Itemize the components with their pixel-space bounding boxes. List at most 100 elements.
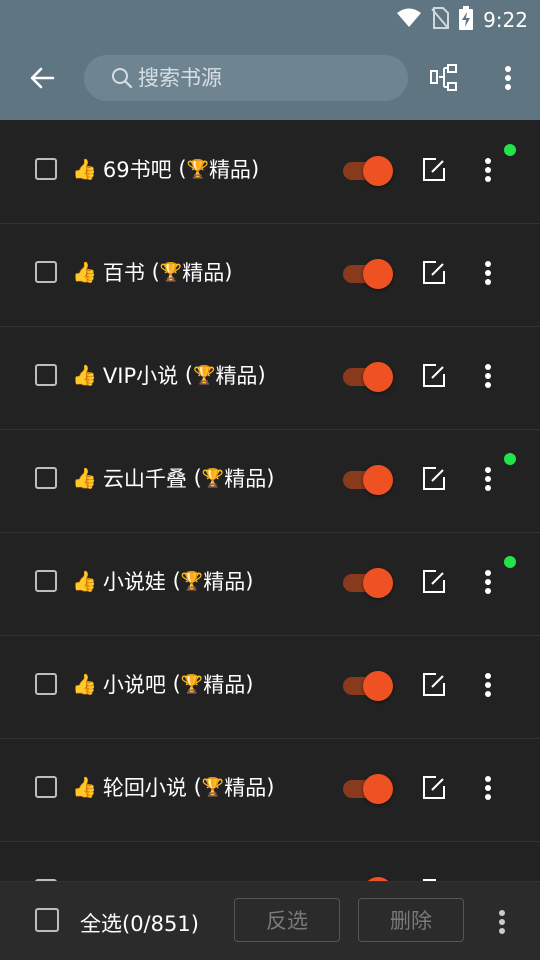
bottom-more-button[interactable]: [490, 904, 514, 940]
arrow-left-icon: [30, 67, 55, 89]
edit-button[interactable]: [420, 568, 448, 596]
trophy-icon: 🏆: [201, 467, 225, 489]
source-badge: 精品: [203, 570, 246, 594]
update-dot: [504, 556, 516, 568]
source-list: 👍 69书吧 (🏆 精品) 👍 百书 (🏆 精品) 👍 VIP小说 (🏆 精品…: [0, 120, 540, 882]
search-box[interactable]: [84, 55, 408, 101]
source-label: 👍 云山千叠 (🏆 精品): [72, 463, 274, 493]
row-checkbox[interactable]: [35, 570, 57, 592]
source-name: 小说娃: [102, 570, 166, 594]
thumbs-up-icon: 👍: [72, 569, 97, 593]
thumbs-up-icon: 👍: [72, 260, 97, 284]
search-input[interactable]: [134, 57, 408, 99]
source-badge: 精品: [182, 261, 225, 285]
edit-button[interactable]: [420, 465, 448, 493]
trophy-icon: 🏆: [193, 364, 216, 386]
enable-switch[interactable]: [343, 465, 395, 495]
trophy-icon: 🏆: [180, 673, 204, 695]
enable-switch[interactable]: [343, 568, 395, 598]
enable-switch[interactable]: [343, 259, 395, 289]
thumbs-up-icon: 👍: [72, 157, 97, 181]
more-vert-icon: [485, 364, 491, 388]
bottom-action-bar: 全选(0/851) 反选 删除: [0, 882, 540, 960]
list-item[interactable]: 👍 VIP小说 (🏆 精品): [0, 326, 540, 430]
edit-icon: [423, 261, 445, 284]
more-vert-icon: [485, 467, 491, 491]
list-item[interactable]: 👍 小说吧 (🏆 精品): [0, 635, 540, 739]
back-button[interactable]: [22, 58, 62, 98]
source-badge: 精品: [224, 776, 267, 800]
thumbs-up-icon: 👍: [72, 466, 97, 490]
row-checkbox[interactable]: [35, 261, 57, 283]
overflow-menu-button[interactable]: [490, 60, 526, 96]
status-bar: 9:22: [0, 0, 540, 36]
source-label: 👍 69书吧 (🏆 精品): [72, 154, 259, 184]
list-item[interactable]: 👍 百书 (🏆 精品): [0, 223, 540, 327]
more-vert-icon: [485, 158, 491, 182]
source-name: 69书吧: [102, 158, 172, 182]
list-item[interactable]: 👍 69书吧 (🏆 精品): [0, 120, 540, 224]
wifi-icon: [397, 8, 422, 32]
group-icon: [430, 64, 457, 91]
row-more-button[interactable]: [476, 156, 500, 184]
top-app-bar: 9:22: [0, 0, 540, 120]
source-name: 小说吧: [102, 673, 166, 697]
more-vert-icon: [505, 66, 511, 90]
edit-icon: [423, 158, 445, 181]
row-checkbox[interactable]: [35, 673, 57, 695]
group-button[interactable]: [426, 60, 462, 96]
edit-icon: [423, 673, 445, 696]
trophy-icon: 🏆: [159, 261, 183, 283]
search-icon: [110, 66, 134, 90]
no-sim-icon: [431, 7, 450, 33]
edit-button[interactable]: [420, 156, 448, 184]
source-name: VIP小说: [102, 364, 179, 388]
source-badge: 精品: [203, 673, 246, 697]
list-item[interactable]: 👍 轮回小说 (🏆 精品): [0, 738, 540, 842]
enable-switch[interactable]: [343, 362, 395, 392]
list-item[interactable]: 👍 小说娃 (🏆 精品): [0, 532, 540, 636]
update-dot: [504, 453, 516, 465]
row-more-button[interactable]: [476, 671, 500, 699]
source-label: 👍 小说吧 (🏆 精品): [72, 669, 253, 699]
source-name: 云山千叠: [102, 467, 187, 491]
source-name: 百书: [102, 261, 145, 285]
row-more-button[interactable]: [476, 362, 500, 390]
enable-switch[interactable]: [343, 774, 395, 804]
list-item-partial[interactable]: [0, 841, 540, 882]
source-badge: 精品: [208, 158, 251, 182]
thumbs-up-icon: 👍: [72, 775, 97, 799]
more-vert-icon: [485, 570, 491, 594]
update-dot: [504, 144, 516, 156]
row-more-button[interactable]: [476, 774, 500, 802]
invert-selection-button[interactable]: 反选: [234, 898, 340, 942]
edit-button[interactable]: [420, 259, 448, 287]
edit-button[interactable]: [420, 774, 448, 802]
more-vert-icon: [499, 910, 505, 934]
row-checkbox[interactable]: [35, 467, 57, 489]
source-badge: 精品: [224, 467, 267, 491]
source-name: 轮回小说: [102, 776, 187, 800]
edit-icon: [423, 776, 445, 799]
enable-switch[interactable]: [343, 671, 395, 701]
select-all-label[interactable]: 全选(0/851): [80, 908, 199, 938]
enable-switch[interactable]: [343, 156, 395, 186]
more-vert-icon: [485, 673, 491, 697]
row-more-button[interactable]: [476, 568, 500, 596]
select-all-checkbox[interactable]: [35, 908, 59, 932]
edit-icon: [423, 570, 445, 593]
edit-button[interactable]: [420, 671, 448, 699]
delete-button[interactable]: 删除: [358, 898, 464, 942]
app-bar: [0, 46, 540, 110]
edit-button[interactable]: [420, 362, 448, 390]
list-item[interactable]: 👍 云山千叠 (🏆 精品): [0, 429, 540, 533]
more-vert-icon: [485, 261, 491, 285]
row-more-button[interactable]: [476, 465, 500, 493]
row-checkbox[interactable]: [35, 158, 57, 180]
row-more-button[interactable]: [476, 259, 500, 287]
row-checkbox[interactable]: [35, 364, 57, 386]
row-checkbox[interactable]: [35, 776, 57, 798]
edit-icon: [423, 364, 445, 387]
trophy-icon: 🏆: [201, 776, 225, 798]
more-vert-icon: [485, 776, 491, 800]
